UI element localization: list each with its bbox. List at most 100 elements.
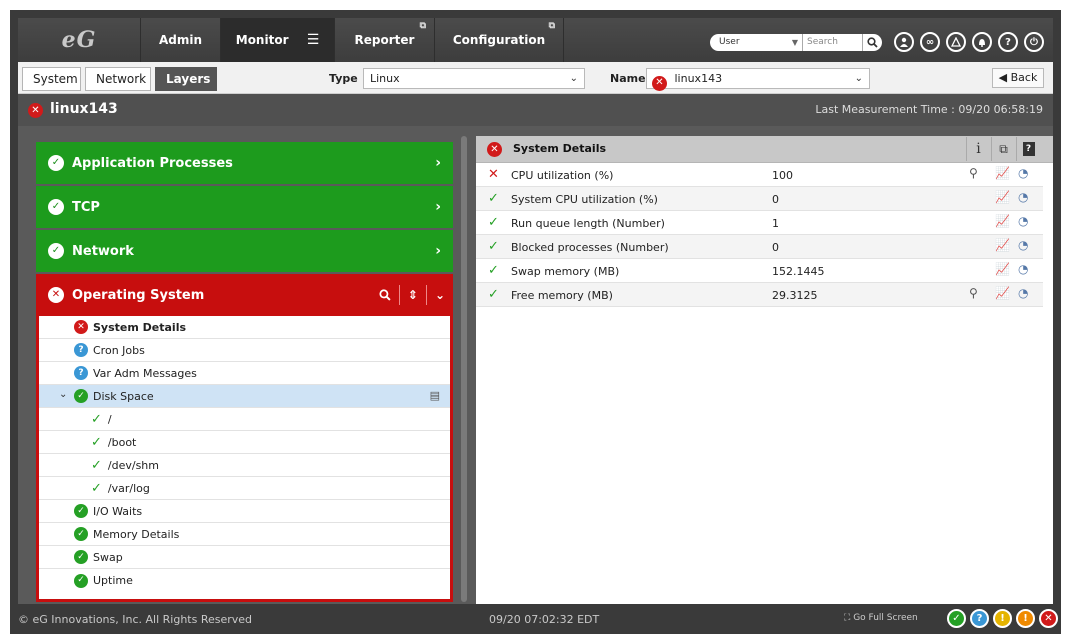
expand-chevron-icon[interactable]: ⌄ bbox=[59, 389, 67, 400]
ok-status-icon: ✓ bbox=[74, 527, 88, 541]
back-button[interactable]: ◀ Back bbox=[992, 68, 1044, 88]
list-item[interactable]: ✓ Swap bbox=[39, 546, 450, 569]
graph-icon[interactable]: 📈 bbox=[995, 214, 1010, 228]
history-icon[interactable]: ◔ bbox=[1018, 286, 1028, 300]
nav-admin[interactable]: Admin bbox=[140, 18, 220, 62]
metric-value: 152.1445 bbox=[772, 265, 825, 278]
table-row: ✓ System CPU utilization (%) 0 📈 ◔ bbox=[476, 187, 1043, 211]
link-icon[interactable]: ∞ bbox=[920, 32, 940, 52]
search-input[interactable]: Search bbox=[802, 34, 862, 51]
magnifier-icon[interactable]: ⚲ bbox=[969, 166, 978, 180]
list-item[interactable]: ✓ /dev/shm bbox=[39, 454, 450, 477]
metric-value: 100 bbox=[772, 169, 793, 182]
layer-tcp[interactable]: ✓ TCP › bbox=[36, 186, 453, 228]
metric-name: System CPU utilization (%) bbox=[511, 193, 658, 206]
sort-icon[interactable]: ⇕ bbox=[408, 288, 418, 302]
descriptor-label: / bbox=[107, 412, 112, 426]
layer-tree: ✓ Application Processes › ✓ TCP › ✓ Netw… bbox=[36, 142, 453, 602]
power-icon[interactable]: ⏻ bbox=[1024, 32, 1044, 52]
check-icon: ✓ bbox=[488, 191, 499, 206]
search-icon[interactable] bbox=[379, 289, 391, 301]
list-item[interactable]: ✓ Memory Details bbox=[39, 523, 450, 546]
list-item[interactable]: ? Cron Jobs bbox=[39, 339, 450, 362]
user-icon[interactable] bbox=[894, 32, 914, 52]
history-icon[interactable]: ◔ bbox=[1018, 214, 1028, 228]
graph-icon[interactable]: 📈 bbox=[995, 166, 1010, 180]
type-select[interactable]: Linux ⌄ bbox=[363, 68, 585, 89]
list-item[interactable]: ✕ System Details bbox=[39, 316, 450, 339]
search-button[interactable] bbox=[862, 34, 882, 51]
nav-reporter[interactable]: Reporter ⧉ bbox=[334, 18, 434, 62]
check-icon: ✓ bbox=[488, 215, 499, 230]
help-icon[interactable]: ? bbox=[998, 32, 1018, 52]
info-icon[interactable]: i bbox=[966, 137, 990, 161]
unknown-status-icon: ? bbox=[74, 343, 88, 357]
check-icon: ✓ bbox=[488, 263, 499, 278]
list-item[interactable]: ? Var Adm Messages bbox=[39, 362, 450, 385]
user-scope-select[interactable]: User ▼ bbox=[710, 34, 802, 51]
magnifier-icon[interactable]: ⚲ bbox=[969, 286, 978, 300]
check-icon: ✓ bbox=[91, 457, 102, 473]
chevron-down-icon: ⌄ bbox=[854, 73, 863, 84]
divider bbox=[425, 285, 427, 305]
list-item[interactable]: ✓ Uptime bbox=[39, 569, 450, 592]
minor-alarms-icon[interactable]: ! bbox=[993, 609, 1012, 628]
critical-status-icon: ✕ bbox=[487, 142, 502, 157]
history-icon[interactable]: ◔ bbox=[1018, 262, 1028, 276]
top-navigation: eG Admin Monitor ☰ Reporter ⧉ Configurat… bbox=[18, 18, 1053, 62]
critical-alarms-icon[interactable]: ✕ bbox=[1039, 609, 1058, 628]
critical-status-icon: ✕ bbox=[652, 75, 667, 91]
nav-monitor[interactable]: Monitor ☰ bbox=[220, 18, 334, 62]
graph-icon[interactable]: 📈 bbox=[995, 190, 1010, 204]
list-item[interactable]: ✓ I/O Waits bbox=[39, 500, 450, 523]
list-item[interactable]: ✓ /var/log bbox=[39, 477, 450, 500]
check-icon: ✓ bbox=[488, 239, 499, 254]
list-item-selected[interactable]: ⌄ ✓ Disk Space ▤ bbox=[39, 385, 450, 408]
ok-status-icon: ✓ bbox=[48, 155, 64, 171]
logo-text: eG bbox=[61, 27, 97, 53]
test-label: Memory Details bbox=[93, 527, 180, 541]
chevron-down-icon: ⌄ bbox=[569, 73, 578, 84]
nav-configuration[interactable]: Configuration ⧉ bbox=[434, 18, 564, 62]
footer: © eG Innovations, Inc. All Rights Reserv… bbox=[18, 604, 1058, 634]
chevron-down-icon[interactable]: ⌄ bbox=[435, 288, 445, 302]
panel-splitter[interactable] bbox=[461, 136, 467, 602]
list-item[interactable]: ✓ /boot bbox=[39, 431, 450, 454]
layer-network[interactable]: ✓ Network › bbox=[36, 230, 453, 272]
bell-icon[interactable] bbox=[972, 32, 992, 52]
back-arrow-icon: ◀ bbox=[998, 71, 1008, 84]
layer-operating-system[interactable]: ✕ Operating System ⇕ ⌄ bbox=[36, 274, 453, 316]
last-measurement-time: Last Measurement Time : 09/20 06:58:19 bbox=[815, 103, 1043, 116]
layer-application-processes[interactable]: ✓ Application Processes › bbox=[36, 142, 453, 184]
tab-system[interactable]: System bbox=[22, 67, 81, 91]
graph-icon[interactable]: 📈 bbox=[995, 286, 1010, 300]
layer-tools: ⇕ ⌄ bbox=[379, 285, 445, 305]
history-icon[interactable]: ◔ bbox=[1018, 190, 1028, 204]
table-row: ✕ CPU utilization (%) 100 ⚲ 📈 ◔ bbox=[476, 163, 1043, 187]
caret-down-icon: ▼ bbox=[791, 38, 798, 47]
ok-status-icon: ✓ bbox=[74, 573, 88, 588]
hamburger-menu-icon[interactable]: ☰ bbox=[307, 18, 320, 62]
test-label: Disk Space bbox=[93, 389, 154, 403]
help-icon[interactable]: ? bbox=[1016, 137, 1040, 161]
tab-network[interactable]: Network bbox=[85, 67, 151, 91]
history-icon[interactable]: ◔ bbox=[1018, 238, 1028, 252]
graph-icon[interactable]: 📈 bbox=[995, 262, 1010, 276]
history-icon[interactable]: ◔ bbox=[1018, 166, 1028, 180]
user-scope-value: User bbox=[719, 37, 740, 47]
critical-status-icon: ✕ bbox=[488, 167, 499, 182]
type-select-value: Linux bbox=[370, 72, 400, 85]
detailed-diagnosis-icon[interactable]: ▤ bbox=[430, 389, 440, 402]
test-label: Uptime bbox=[93, 574, 133, 587]
graph-icon[interactable]: 📈 bbox=[995, 238, 1010, 252]
major-alarms-icon[interactable]: ! bbox=[1016, 609, 1035, 628]
normal-alarms-icon[interactable]: ✓ bbox=[947, 609, 966, 628]
name-select[interactable]: ✕ linux143 ⌄ bbox=[646, 68, 870, 91]
full-screen-button[interactable]: ⛶ Go Full Screen bbox=[844, 613, 918, 623]
monitor-icon[interactable]: ⧉ bbox=[991, 137, 1015, 161]
tab-layers[interactable]: Layers bbox=[155, 67, 217, 91]
list-item[interactable]: ✓ / bbox=[39, 408, 450, 431]
eg-logo[interactable]: eG bbox=[18, 18, 140, 62]
map-icon[interactable] bbox=[946, 32, 966, 52]
unknown-alarms-icon[interactable]: ? bbox=[970, 609, 989, 628]
